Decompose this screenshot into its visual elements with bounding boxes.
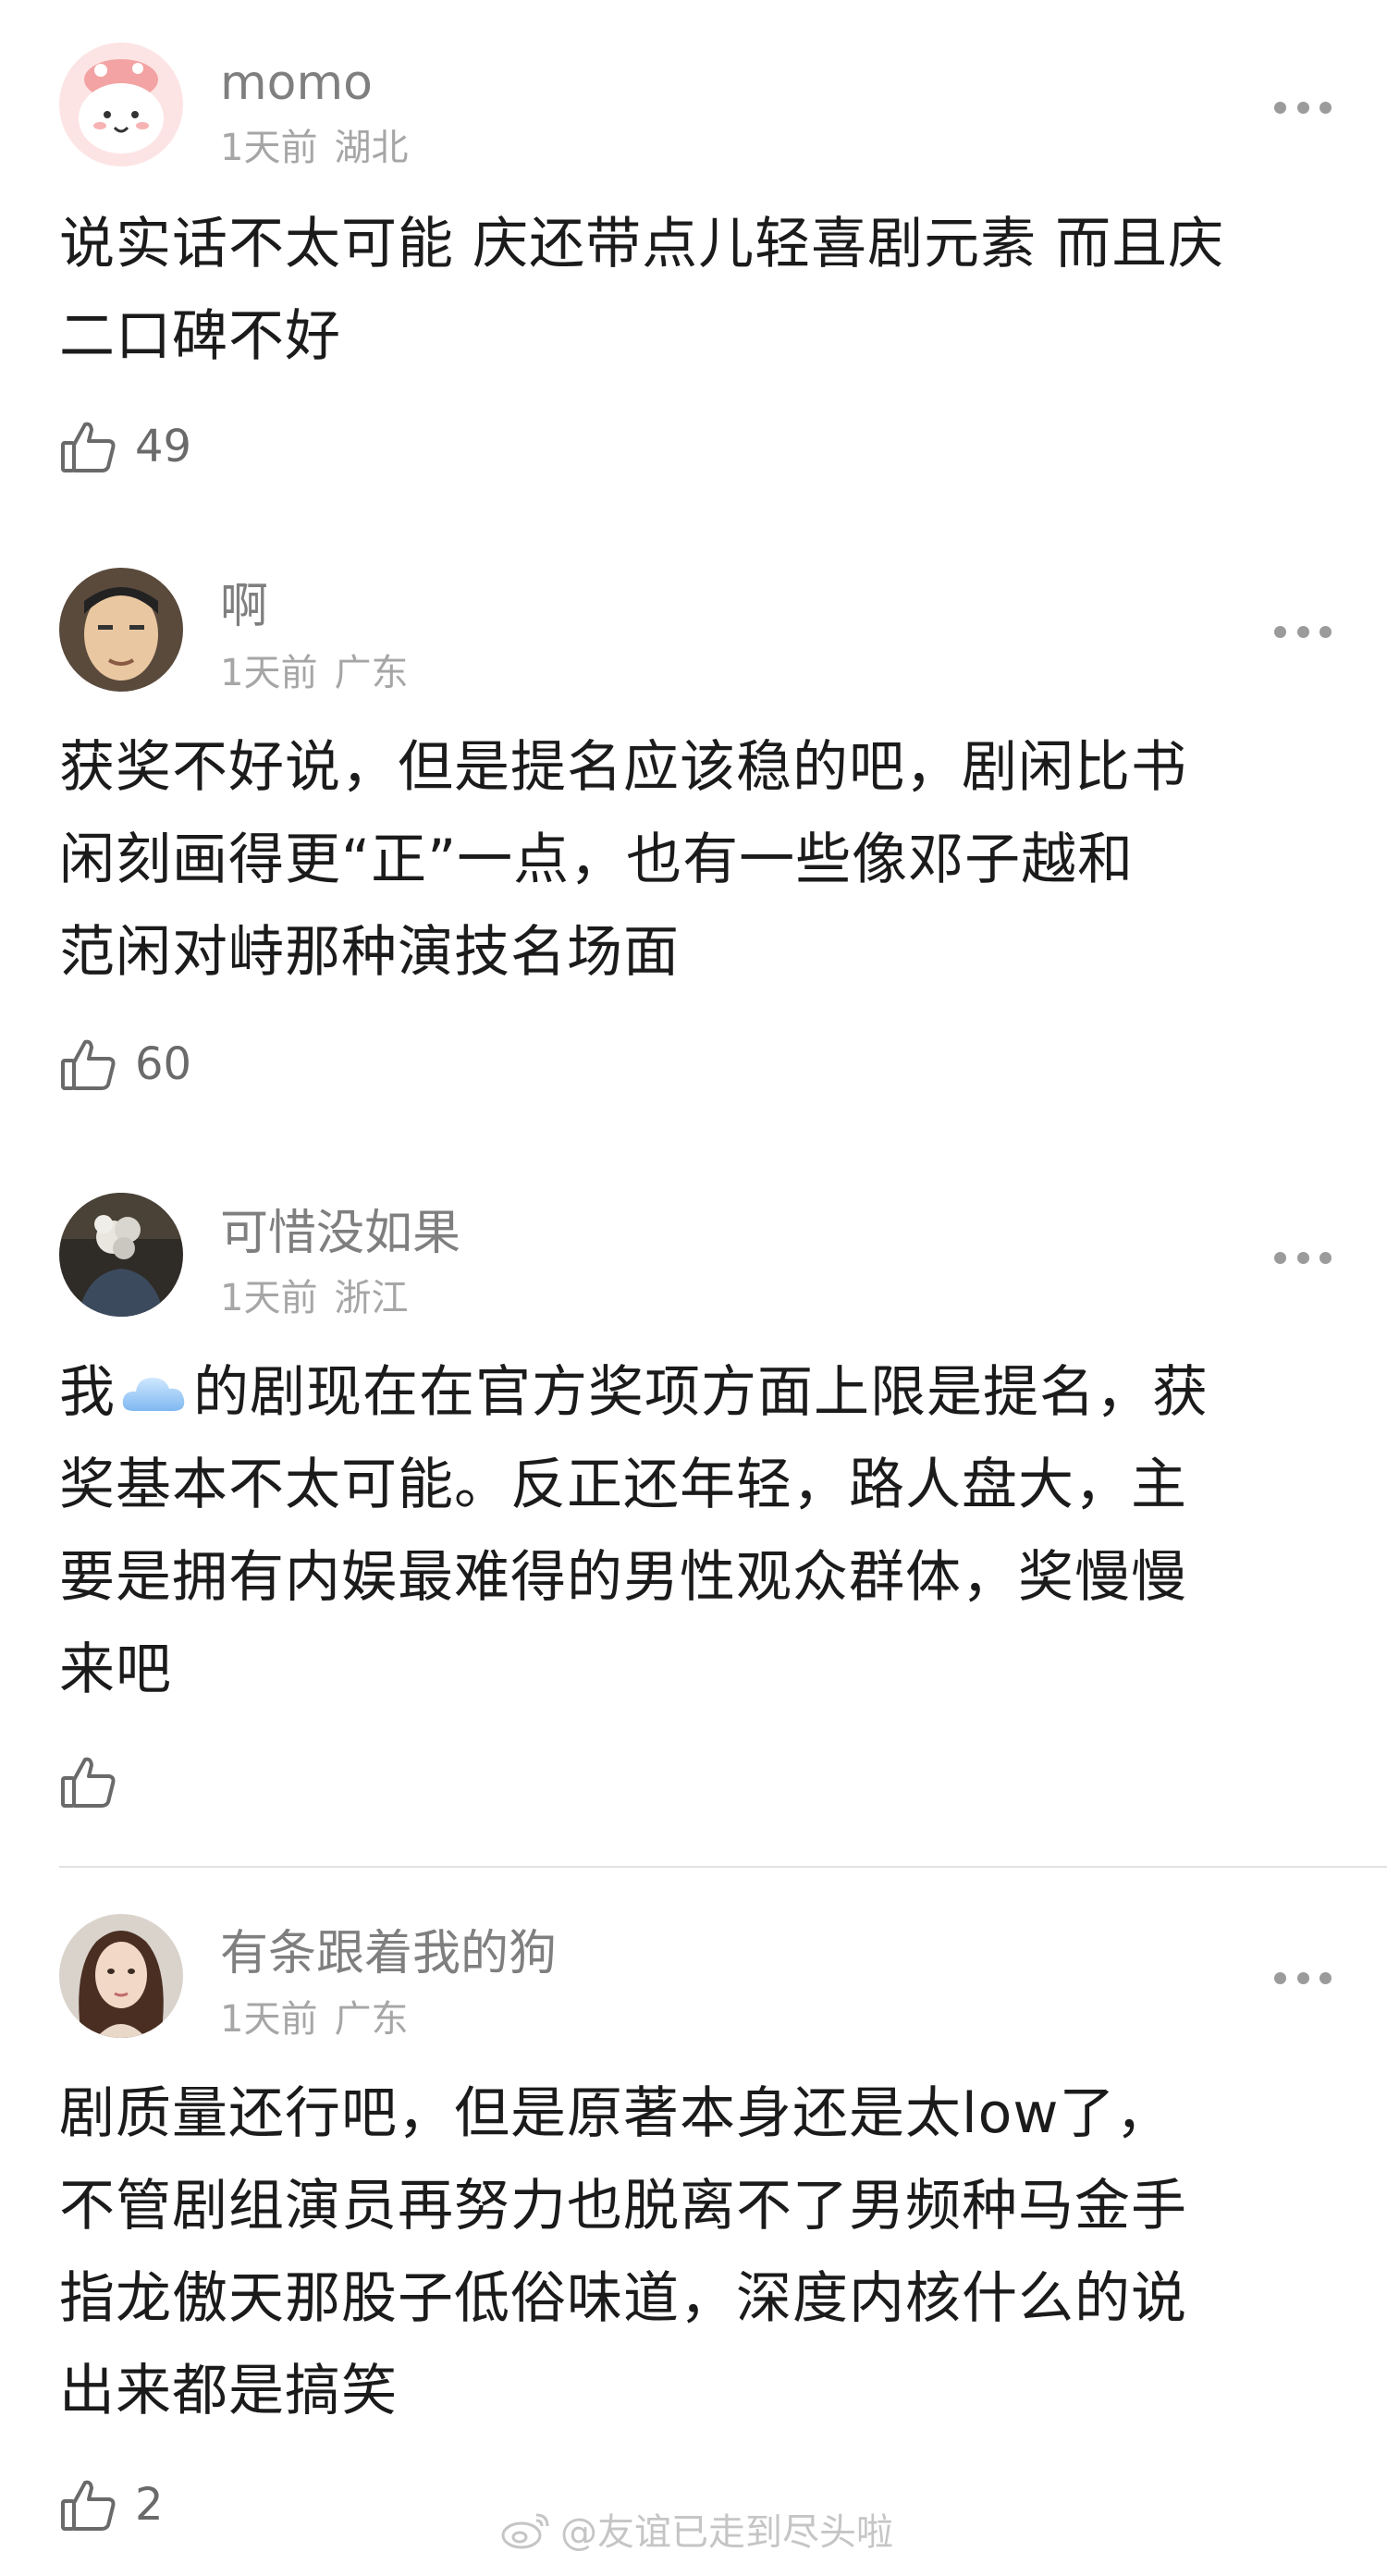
comment-location: 浙江 [334,1277,409,1319]
avatar[interactable] [59,43,183,166]
username[interactable]: 啊 [220,583,268,631]
like-button[interactable]: 60 [59,1032,191,1097]
like-count: 2 [135,2479,164,2531]
like-count: 49 [135,421,192,472]
watermark: @友谊已走到尽头啦 [499,2502,893,2556]
more-dots-icon[interactable] [1274,100,1332,115]
divider [59,1866,1387,1868]
comment-text-line: 我 的剧现在在官方奖项方面上限是提名，获 [59,1346,1335,1439]
comment-text-line: 要是拥有内娱最难得的男性观众群体，奖慢慢 [59,1545,1187,1610]
comment-meta: 1天前 广东 [220,655,408,692]
comment-location: 广东 [334,652,409,694]
thumbs-up-icon [61,422,116,472]
comment-text-line: 获奖不好说，但是提名应该稳的吧，剧闲比书 [59,735,1187,800]
comment-time: 1天前 [220,1277,318,1319]
comment-location: 湖北 [334,127,409,169]
comment-meta: 1天前 广东 [220,2001,408,2038]
comment-text-line: 剧质量还行吧，但是原著本身还是太low了， [59,2081,1172,2146]
avatar[interactable] [59,1914,183,2038]
comment-text-segment: 我 [59,1360,116,1425]
like-count: 60 [135,1038,192,1090]
comment-text: 获奖不好说，但是提名应该稳的吧，剧闲比书 闲刻画得更“正”一点，也有一些像邓子越… [59,721,1335,999]
comment-text-segment: 的剧现在在官方奖项方面上限是提名，获 [193,1360,1209,1425]
comment-text-line: 奖基本不太可能。反正还年轻，路人盘大，主 [59,1453,1187,1517]
thumbs-up-icon [61,2480,116,2531]
comment-text-line: 出来都是搞笑 [59,2359,398,2423]
comment-meta: 1天前 浙江 [220,1280,408,1317]
comment-time: 1天前 [220,127,318,169]
username[interactable]: 可惜没如果 [220,1209,460,1257]
avatar[interactable] [59,1193,183,1317]
more-dots-icon[interactable] [1274,1970,1332,1985]
thumbs-up-icon [61,1757,116,1808]
comment-text-line: 说实话不太可能 庆还带点儿轻喜剧元素 而且庆 [59,212,1225,276]
comment-time: 1天前 [220,1998,318,2041]
like-button[interactable]: 2 [59,2472,164,2537]
comment-text-line: 二口碑不好 [59,304,341,369]
cloud-emoji-icon [122,1378,185,1411]
comment-location: 广东 [334,1998,409,2041]
weibo-logo-icon [501,2513,549,2549]
comment-text-line: 闲刻画得更“正”一点，也有一些像邓子越和 [59,828,1135,892]
comment-text-line: 不管剧组演员再努力也脱离不了男频种马金手 [59,2174,1187,2239]
comment-text-line: 指龙傲天那股子低俗味道，深度内核什么的说 [59,2266,1187,2331]
thumbs-up-icon [61,1039,116,1090]
username[interactable]: momo [220,59,373,107]
comment-meta: 1天前 湖北 [220,129,408,166]
watermark-text: @友谊已走到尽头啦 [560,2511,893,2554]
comment-time: 1天前 [220,652,318,694]
comment-text-line: 范闲对峙那种演技名场面 [59,920,680,985]
comment-text: 剧质量还行吧，但是原著本身还是太low了， 不管剧组演员再努力也脱离不了男频种马… [59,2067,1335,2437]
comment-text-line: 来吧 [59,1638,172,1702]
like-button[interactable]: 49 [59,414,191,479]
more-dots-icon[interactable] [1274,624,1332,639]
username[interactable]: 有条跟着我的狗 [220,1930,557,1978]
like-button[interactable] [59,1749,135,1814]
avatar[interactable] [59,568,183,692]
comment-text: 我 的剧现在在官方奖项方面上限是提名，获 奖基本不太可能。反正还年轻，路人盘大，主… [59,1346,1335,1716]
comment-text: 说实话不太可能 庆还带点儿轻喜剧元素 而且庆 二口碑不好 [59,198,1335,383]
more-dots-icon[interactable] [1274,1250,1332,1265]
